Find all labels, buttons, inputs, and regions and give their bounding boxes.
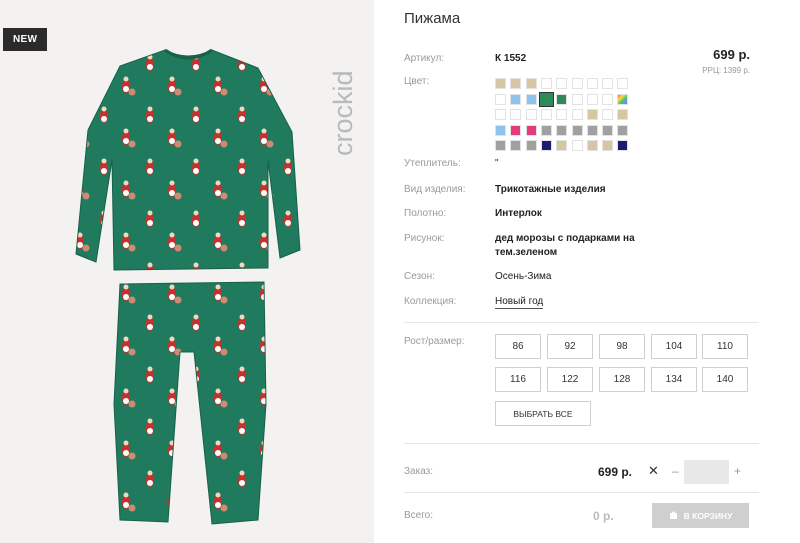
pattern-label: Рисунок: — [404, 233, 445, 244]
rrp-price: РРЦ: 1399 р. — [702, 66, 750, 75]
color-swatch[interactable] — [602, 109, 614, 120]
color-swatch[interactable] — [495, 140, 506, 151]
collection-label: Коллекция: — [404, 296, 457, 307]
color-swatch[interactable] — [495, 93, 506, 105]
collection-link[interactable]: Новый год — [495, 296, 544, 309]
product-title: Пижама — [404, 10, 461, 27]
color-swatch[interactable] — [495, 109, 506, 120]
season-value: Осень-Зима — [495, 271, 552, 282]
color-swatch[interactable] — [617, 78, 629, 89]
pattern-value-line2: тем.зеленом — [495, 247, 558, 258]
color-swatch[interactable] — [617, 140, 629, 151]
color-swatch[interactable] — [540, 78, 552, 89]
article-value: К 1552 — [495, 53, 527, 64]
color-swatch[interactable] — [602, 124, 614, 136]
color-swatch[interactable] — [617, 109, 629, 120]
color-swatch[interactable] — [571, 78, 583, 89]
color-swatch[interactable] — [556, 140, 568, 151]
multiply-icon: ✕ — [648, 463, 659, 478]
size-button-140[interactable]: 140 — [702, 367, 748, 392]
color-swatch[interactable] — [571, 93, 583, 105]
total-value: 0 р. — [593, 509, 614, 523]
decrease-quantity-button[interactable]: – — [672, 464, 679, 478]
total-label: Всего: — [404, 510, 433, 521]
size-label: Рост/размер: — [404, 336, 465, 347]
color-swatch[interactable] — [586, 78, 598, 89]
color-swatch[interactable] — [510, 140, 522, 151]
article-label: Артикул: — [404, 53, 445, 64]
product-price: 699 р. — [713, 47, 750, 62]
add-to-cart-button[interactable]: В КОРЗИНУ — [652, 503, 749, 528]
size-button-122[interactable]: 122 — [547, 367, 593, 392]
increase-quantity-button[interactable]: + — [734, 464, 741, 478]
fabric-label: Полотно: — [404, 208, 447, 219]
divider — [404, 322, 759, 323]
color-swatch[interactable] — [586, 124, 598, 136]
order-label: Заказ: — [404, 466, 434, 477]
color-swatch[interactable] — [602, 78, 614, 89]
color-swatch[interactable] — [556, 78, 568, 89]
order-price: 699 р. — [598, 465, 633, 479]
svg-text:crockid: crockid — [328, 70, 358, 156]
size-button-104[interactable]: 104 — [651, 334, 697, 359]
product-info-panel: Пижама Артикул: К 1552 699 р. РРЦ: 1399 … — [390, 0, 800, 543]
color-swatch[interactable] — [556, 93, 568, 105]
size-button-134[interactable]: 134 — [651, 367, 697, 392]
add-to-cart-label: В КОРЗИНУ — [683, 510, 733, 521]
color-swatch[interactable] — [586, 93, 598, 105]
color-swatch[interactable] — [540, 109, 552, 120]
size-button-86[interactable]: 86 — [495, 334, 541, 359]
color-swatch[interactable] — [586, 109, 598, 120]
color-swatch[interactable] — [510, 93, 522, 105]
color-swatch[interactable] — [602, 93, 614, 105]
color-swatch[interactable] — [571, 140, 583, 151]
color-swatch[interactable] — [571, 109, 583, 120]
color-swatch[interactable] — [525, 93, 537, 105]
size-button-98[interactable]: 98 — [599, 334, 645, 359]
color-swatch[interactable] — [510, 124, 522, 136]
size-button-116[interactable]: 116 — [495, 367, 541, 392]
product-photo[interactable]: NEW crockid — [0, 0, 374, 543]
color-swatch[interactable] — [586, 140, 598, 151]
color-swatch-selected[interactable] — [538, 91, 554, 107]
pattern-value-line1: дед морозы с подарками на — [495, 233, 635, 244]
color-swatch[interactable] — [556, 109, 568, 120]
cart-icon — [669, 511, 677, 519]
type-value: Трикотажные изделия — [495, 184, 606, 195]
size-button-110[interactable]: 110 — [702, 334, 748, 359]
color-swatch[interactable] — [495, 124, 506, 136]
divider — [404, 443, 759, 444]
color-swatch[interactable] — [510, 78, 522, 89]
color-swatch[interactable] — [510, 109, 522, 120]
type-label: Вид изделия: — [404, 184, 466, 195]
color-swatch[interactable] — [540, 140, 552, 151]
color-swatch[interactable] — [617, 93, 629, 105]
color-swatch[interactable] — [602, 140, 614, 151]
color-swatch[interactable] — [617, 124, 629, 136]
color-swatch[interactable] — [571, 124, 583, 136]
brand-logo: crockid — [328, 70, 358, 156]
color-swatch[interactable] — [556, 124, 568, 136]
size-button-128[interactable]: 128 — [599, 367, 645, 392]
insulation-label: Утеплитель: — [404, 158, 461, 169]
color-swatch[interactable] — [525, 78, 537, 89]
divider — [404, 492, 759, 493]
color-swatch[interactable] — [525, 109, 537, 120]
size-button-92[interactable]: 92 — [547, 334, 593, 359]
color-swatch[interactable] — [525, 140, 537, 151]
color-swatch[interactable] — [495, 78, 506, 89]
pajama-illustration — [75, 48, 301, 525]
color-label: Цвет: — [404, 76, 430, 87]
select-all-sizes-button[interactable]: ВЫБРАТЬ ВСЕ — [495, 401, 591, 426]
color-swatch[interactable] — [540, 124, 552, 136]
fabric-value: Интерлок — [495, 208, 542, 219]
season-label: Сезон: — [404, 271, 435, 282]
quantity-input[interactable] — [684, 460, 729, 484]
insulation-value: " — [495, 158, 499, 169]
color-swatch[interactable] — [525, 124, 537, 136]
